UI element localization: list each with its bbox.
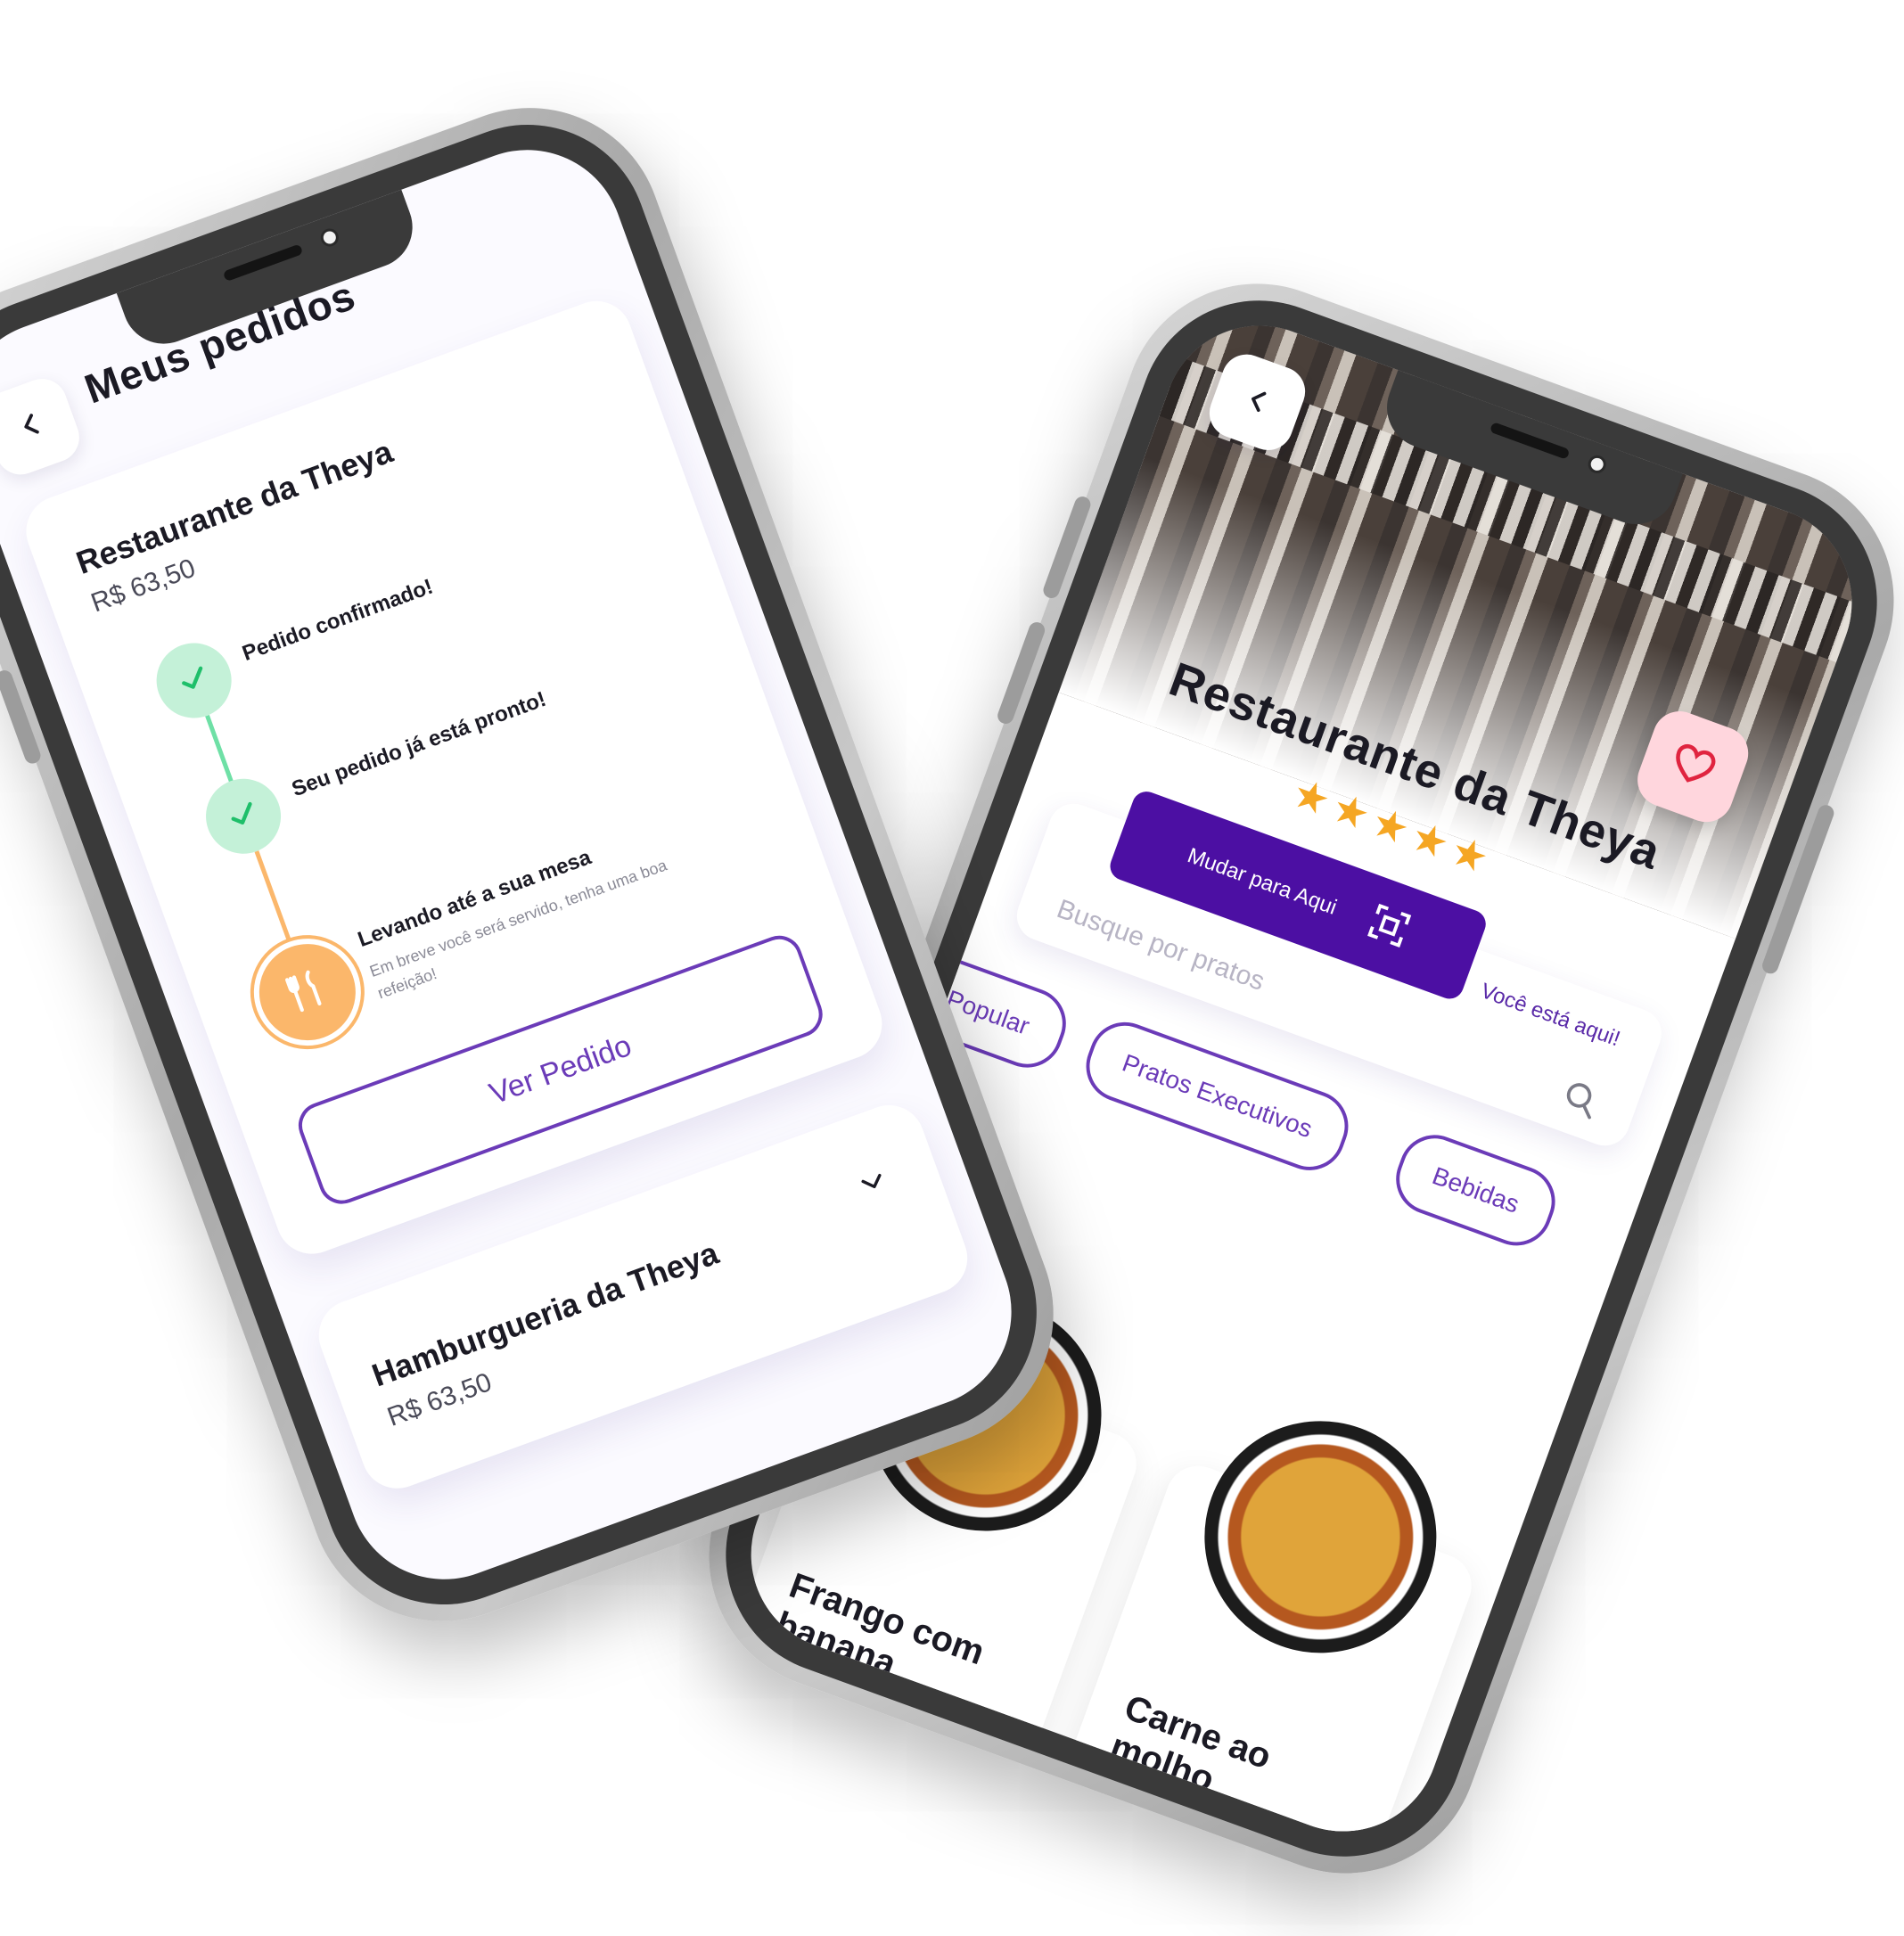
cutlery-icon (278, 962, 337, 1023)
order-step (195, 767, 291, 865)
step-done-marker (145, 632, 242, 729)
order-card: Restaurante da Theya R$ 63,50 Pedido con… (16, 291, 892, 1264)
front-camera (1585, 453, 1609, 476)
location-button-label: Mudar para Aqui (1184, 843, 1341, 920)
speaker (1489, 422, 1571, 460)
step-label: Seu pedido já está pronto! (288, 686, 550, 802)
back-button[interactable] (0, 372, 86, 482)
check-icon (220, 792, 267, 841)
chip-bebidas[interactable]: Bebidas (1385, 1125, 1566, 1256)
chevron-left-icon (1237, 381, 1277, 423)
check-icon (170, 656, 217, 706)
step-active-marker (238, 923, 376, 1061)
dish-image (1171, 1388, 1470, 1686)
order-restaurant-name: Restaurante da Theya (71, 432, 398, 582)
chevron-down-icon[interactable] (853, 1162, 893, 1205)
order-step (145, 632, 242, 729)
step-label: Pedido confirmado! (239, 574, 437, 667)
speaker (222, 243, 304, 283)
front-camera (318, 226, 341, 250)
qr-code-icon (1361, 898, 1416, 957)
chevron-left-icon (12, 406, 52, 448)
order-step (238, 923, 376, 1061)
order-restaurant-name: Hamburgueria da Theya (366, 1234, 724, 1394)
heart-icon (1662, 734, 1725, 800)
step-done-marker (195, 767, 291, 865)
orders-phone: Meus pedidos Restaurante da Theya R$ 63,… (0, 70, 1091, 1660)
